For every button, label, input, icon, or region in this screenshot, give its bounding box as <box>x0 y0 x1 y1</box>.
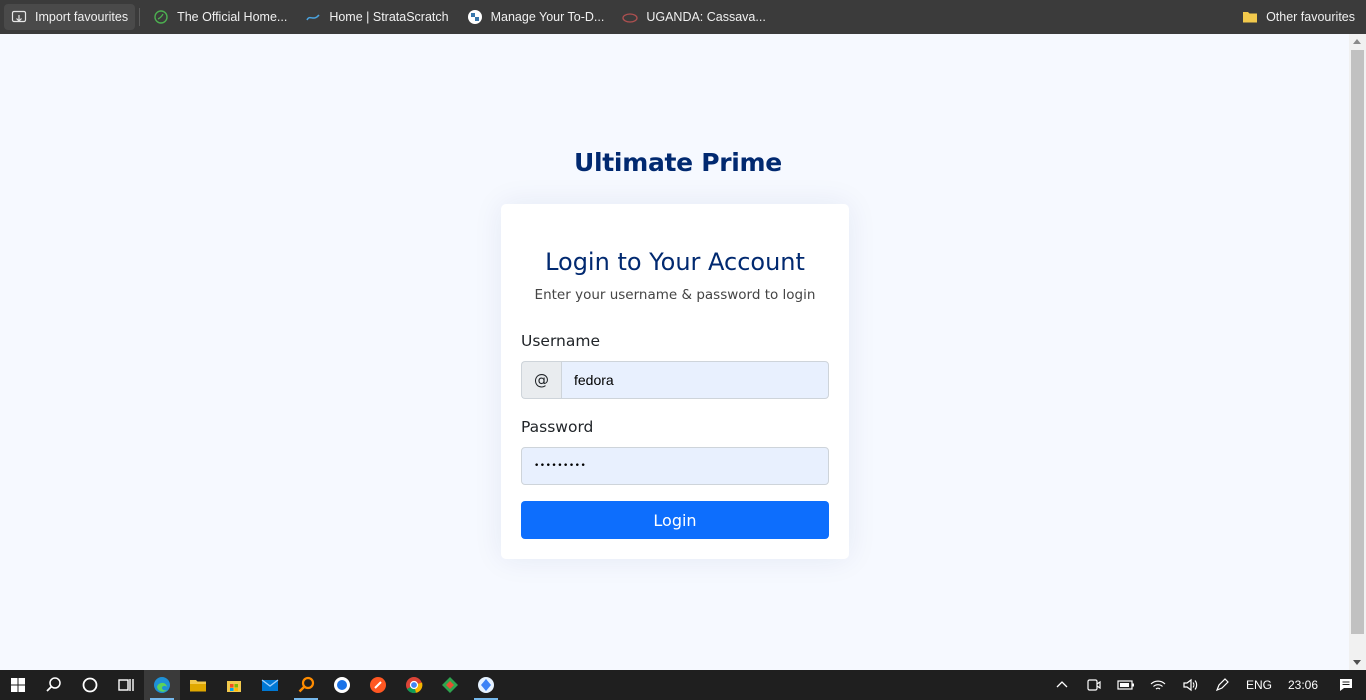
show-hidden-icons-icon[interactable] <box>1046 670 1078 700</box>
git-icon[interactable] <box>432 670 468 700</box>
search-app-icon[interactable] <box>288 670 324 700</box>
card-subtitle: Enter your username & password to login <box>534 287 816 303</box>
chrome-icon[interactable] <box>396 670 432 700</box>
bookmark-label: Home | StrataScratch <box>329 10 449 24</box>
bookmark-label: Other favourites <box>1266 10 1355 24</box>
cassava-icon <box>622 9 638 25</box>
edge-icon[interactable] <box>144 670 180 700</box>
task-view-icon[interactable] <box>108 670 144 700</box>
battery-icon[interactable] <box>1110 670 1142 700</box>
bookmark-manage-todo[interactable]: Manage Your To-D... <box>460 4 612 30</box>
password-label: Password <box>521 418 594 436</box>
bookmarks-bar: Import favourites The Official Home... H… <box>0 0 1366 34</box>
folder-icon <box>1242 9 1258 25</box>
brand-logo-text[interactable]: Ultimate Prime <box>0 148 1356 177</box>
bookmark-stratascratch[interactable]: Home | StrataScratch <box>298 4 455 30</box>
bookmark-label: Manage Your To-D... <box>490 10 605 24</box>
bookmark-label: The Official Home... <box>177 10 288 24</box>
at-sign-prefix: @ <box>521 361 561 399</box>
bookmark-label: Import favourites <box>35 10 129 24</box>
login-card: Login to Your Account Enter your usernam… <box>501 204 849 559</box>
bookmark-separator <box>139 8 141 26</box>
leaf-icon <box>153 9 169 25</box>
bookmark-official-home[interactable]: The Official Home... <box>146 4 294 30</box>
windows-start-icon[interactable] <box>0 670 36 700</box>
bookmark-import-favourites[interactable]: Import favourites <box>4 4 136 30</box>
wifi-icon[interactable] <box>1142 670 1174 700</box>
login-button[interactable]: Login <box>521 501 829 539</box>
password-input[interactable]: ••••••••• <box>521 447 829 485</box>
search-icon[interactable] <box>36 670 72 700</box>
input-language[interactable]: ENG <box>1238 678 1280 692</box>
app-diamond-icon[interactable] <box>468 670 504 700</box>
bookmark-label: UGANDA: Cassava... <box>646 10 766 24</box>
app-blue-icon[interactable] <box>324 670 360 700</box>
pen-icon[interactable] <box>1206 670 1238 700</box>
import-favourites-icon <box>11 9 27 25</box>
volume-icon[interactable] <box>1174 670 1206 700</box>
scroll-down-icon[interactable] <box>1353 660 1361 665</box>
page-scrollbar[interactable] <box>1349 34 1366 670</box>
clock[interactable]: 23:06 <box>1280 678 1326 692</box>
windows-taskbar: ENG 23:06 <box>0 670 1366 700</box>
username-input-group: @ fedora <box>521 361 829 399</box>
meet-now-icon[interactable] <box>1078 670 1110 700</box>
app-orange-icon[interactable] <box>360 670 396 700</box>
system-tray: ENG 23:06 <box>1046 670 1366 700</box>
file-explorer-icon[interactable] <box>180 670 216 700</box>
scroll-up-icon[interactable] <box>1353 39 1361 44</box>
cortana-icon[interactable] <box>72 670 108 700</box>
username-label: Username <box>521 332 601 350</box>
mail-icon[interactable] <box>252 670 288 700</box>
python-icon <box>467 9 483 25</box>
bookmark-uganda-cassava[interactable]: UGANDA: Cassava... <box>615 4 772 30</box>
scrollbar-thumb[interactable] <box>1351 50 1364 634</box>
card-title: Login to Your Account <box>545 248 805 276</box>
username-input[interactable]: fedora <box>561 361 829 399</box>
notifications-icon[interactable] <box>1326 670 1366 700</box>
bookmark-other-favourites[interactable]: Other favourites <box>1235 4 1362 30</box>
store-icon[interactable] <box>216 670 252 700</box>
stratascratch-icon <box>305 9 321 25</box>
